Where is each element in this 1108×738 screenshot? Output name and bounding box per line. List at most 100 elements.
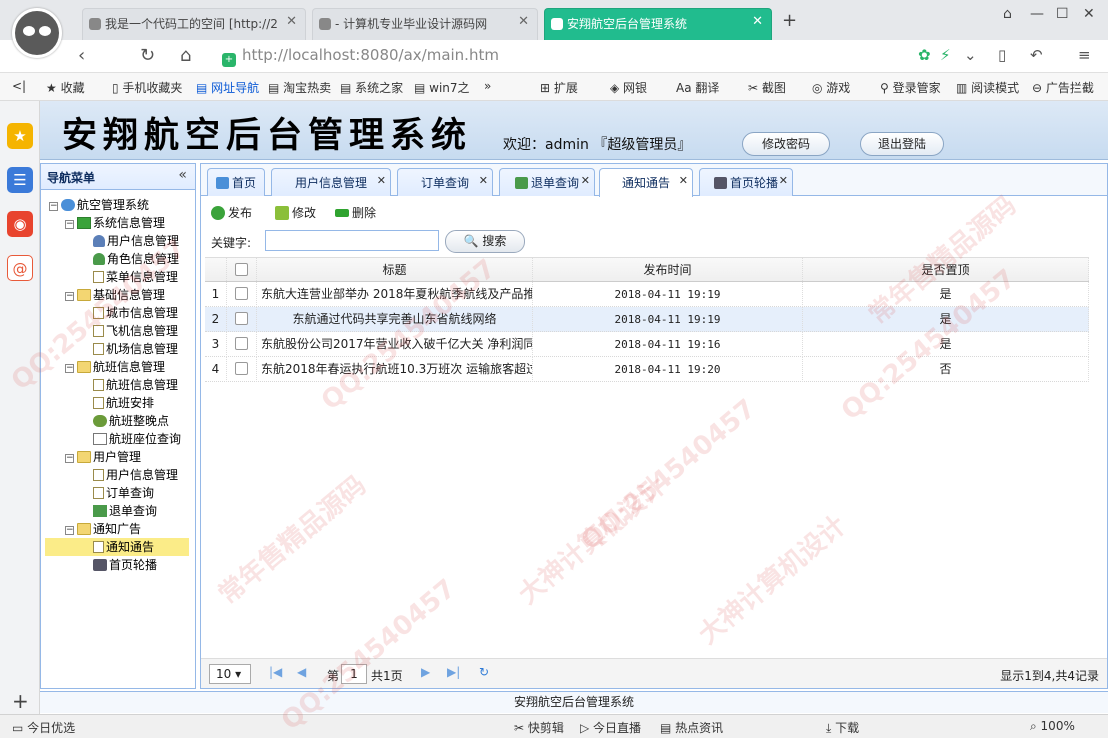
first-page-icon[interactable]: |◀ (269, 665, 282, 679)
tree-node-flight-delay[interactable]: 航班整晚点 (93, 412, 169, 430)
tree-node-user-info-2[interactable]: 用户信息管理 (93, 466, 178, 484)
close-icon[interactable]: ✕ (518, 14, 529, 29)
browser-tab[interactable]: - 计算机专业毕业设计源码网 ✕ (312, 8, 538, 40)
window-close-icon[interactable]: ✕ (1083, 6, 1095, 22)
new-tab-button[interactable]: + (782, 10, 797, 31)
today-picks[interactable]: ▭ 今日优选 (12, 719, 75, 736)
collapse-toggle-icon[interactable]: − (65, 220, 74, 229)
tree-node-flight-group[interactable]: − 航班信息管理 (65, 358, 165, 376)
search-button[interactable]: 🔍 搜索 (445, 230, 525, 253)
select-all-checkbox[interactable] (227, 258, 257, 283)
tab-close-icon[interactable]: ✕ (479, 174, 488, 187)
downloads[interactable]: ⤓ 下载 (826, 719, 859, 736)
page-number-input[interactable]: 1 (341, 664, 367, 684)
column-header-time[interactable]: 发布时间 (533, 258, 803, 283)
tree-node-notice-selected[interactable]: 通知通告 (45, 538, 189, 556)
tab-home[interactable]: 首页 (207, 168, 265, 196)
tree-node-flight-info[interactable]: 航班信息管理 (93, 376, 178, 394)
tab-close-icon[interactable]: ✕ (779, 174, 788, 187)
bookmark-item[interactable]: Aa 翻译 (676, 79, 719, 96)
tab-order-query[interactable]: 订单查询 ✕ (397, 168, 493, 196)
bookmark-item[interactable]: ◈ 网银 (610, 79, 647, 96)
add-icon[interactable]: + (12, 689, 29, 713)
tree-node-order-query[interactable]: 订单查询 (93, 484, 154, 502)
bookmark-item[interactable]: ⊖ 广告拦截 (1032, 79, 1094, 96)
menu-icon[interactable]: ≡ (1078, 46, 1091, 64)
minimize-icon[interactable]: — (1030, 6, 1044, 22)
tree-node-plane[interactable]: 飞机信息管理 (93, 322, 178, 340)
bookmark-item[interactable]: ★ 收藏 (46, 79, 85, 96)
back-icon[interactable]: ‹ (78, 45, 85, 66)
tree-node-menu-info[interactable]: 菜单信息管理 (93, 268, 178, 286)
row-checkbox[interactable] (227, 332, 257, 357)
bookmark-item[interactable]: ▥ 阅读模式 (956, 79, 1019, 96)
url-field[interactable]: + http://localhost:8080/ax/main.htm (222, 46, 499, 67)
next-page-icon[interactable]: ▶ (421, 665, 430, 679)
table-row[interactable]: 2 东航通过代码共享完善山东省航线网络 2018-04-11 19:19 是 (205, 307, 1089, 332)
quick-clip[interactable]: ✂ 快剪辑 (514, 719, 564, 736)
row-checkbox[interactable] (227, 282, 257, 307)
hot-news[interactable]: ▤ 热点资讯 (660, 719, 723, 736)
tree-node-flight-schedule[interactable]: 航班安排 (93, 394, 154, 412)
row-checkbox[interactable] (227, 357, 257, 382)
browser-tab[interactable]: 我是一个代码工的空间 [http://2 ✕ (82, 8, 306, 40)
tab-close-icon[interactable]: ✕ (377, 174, 386, 187)
tree-node-airport[interactable]: 机场信息管理 (93, 340, 178, 358)
logout-button[interactable]: 退出登陆 (860, 132, 944, 156)
today-live[interactable]: ▷ 今日直播 (580, 719, 641, 736)
sidebar-toggle-icon[interactable]: <| (12, 79, 26, 93)
column-header-title[interactable]: 标题 (257, 258, 533, 283)
table-row[interactable]: 4 东航2018年春运执行航班10.3万班次 运输旅客超过 2018-04-11… (205, 357, 1089, 382)
delete-button[interactable]: 删除 (335, 204, 376, 221)
tab-carousel[interactable]: 首页轮播 ✕ (699, 168, 793, 196)
close-icon[interactable]: ✕ (286, 14, 297, 29)
bookmark-item[interactable]: ▤ 网址导航 (196, 79, 259, 96)
bookmark-item[interactable]: ▯ 手机收藏夹 (112, 79, 182, 96)
close-icon[interactable]: ✕ (752, 14, 763, 29)
zoom-level[interactable]: ⌕ 100% (1030, 719, 1075, 734)
lightning-icon[interactable]: ⚡ (940, 46, 951, 64)
bookmark-item[interactable]: ▤ win7之 (414, 79, 470, 96)
phone-icon[interactable]: ▯ (998, 46, 1006, 64)
table-row[interactable]: 1 东航大连营业部举办 2018年夏秋航季航线及产品推 2018-04-11 1… (205, 282, 1089, 307)
speed-icon[interactable]: ✿ (918, 46, 931, 64)
tree-node-role-info[interactable]: 角色信息管理 (93, 250, 179, 268)
bookmark-item[interactable]: ⊞ 扩展 (540, 79, 578, 96)
tree-node-city[interactable]: 城市信息管理 (93, 304, 178, 322)
collapse-toggle-icon[interactable]: − (65, 292, 74, 301)
tree-node-seat-query[interactable]: 航班座位查询 (93, 430, 181, 448)
bookmark-item[interactable]: ▤ 淘宝热卖 (268, 79, 331, 96)
tab-user-info[interactable]: 用户信息管理 ✕ (271, 168, 391, 196)
bookmark-item[interactable]: ◎ 游戏 (812, 79, 850, 96)
publish-button[interactable]: 发布 (211, 204, 252, 221)
bookmark-item[interactable]: ✂ 截图 (748, 79, 786, 96)
favorites-star-icon[interactable]: ★ (7, 123, 33, 149)
chevron-down-icon[interactable]: ⌄ (964, 46, 977, 64)
collapse-toggle-icon[interactable]: − (65, 454, 74, 463)
skin-icon[interactable]: ⌂ (1003, 6, 1012, 22)
keyword-input[interactable] (265, 230, 439, 251)
list-icon[interactable]: ☰ (7, 167, 33, 193)
tree-node-root[interactable]: − 航空管理系统 (49, 196, 149, 214)
tree-node-basic[interactable]: − 基础信息管理 (65, 286, 165, 304)
tree-node-user-mgmt[interactable]: − 用户管理 (65, 448, 141, 466)
weibo-icon[interactable]: ◉ (7, 211, 33, 237)
tab-close-icon[interactable]: ✕ (679, 174, 688, 187)
tree-node-user-info[interactable]: 用户信息管理 (93, 232, 179, 250)
tab-close-icon[interactable]: ✕ (581, 174, 590, 187)
reload-icon[interactable]: ↻ (140, 45, 155, 66)
tree-node-carousel[interactable]: 首页轮播 (93, 556, 157, 574)
tree-node-notice-group[interactable]: − 通知广告 (65, 520, 141, 538)
undo-icon[interactable]: ↶ (1030, 46, 1043, 64)
home-icon[interactable]: ⌂ (180, 45, 191, 66)
refresh-icon[interactable]: ↻ (479, 665, 489, 679)
table-row[interactable]: 3 东航股份公司2017年营业收入破千亿大关 净利润同 2018-04-11 1… (205, 332, 1089, 357)
tab-notice-active[interactable]: 通知通告 ✕ (599, 168, 693, 197)
browser-logo-icon[interactable] (12, 8, 62, 58)
collapse-toggle-icon[interactable]: − (65, 364, 74, 373)
bookmark-item[interactable]: ▤ 系统之家 (340, 79, 403, 96)
row-checkbox[interactable] (227, 307, 257, 332)
tab-refund-query[interactable]: 退单查询 ✕ (499, 168, 595, 196)
bookmark-item[interactable]: ⚲ 登录管家 (880, 79, 941, 96)
tree-node-system[interactable]: − 系统信息管理 (65, 214, 165, 232)
